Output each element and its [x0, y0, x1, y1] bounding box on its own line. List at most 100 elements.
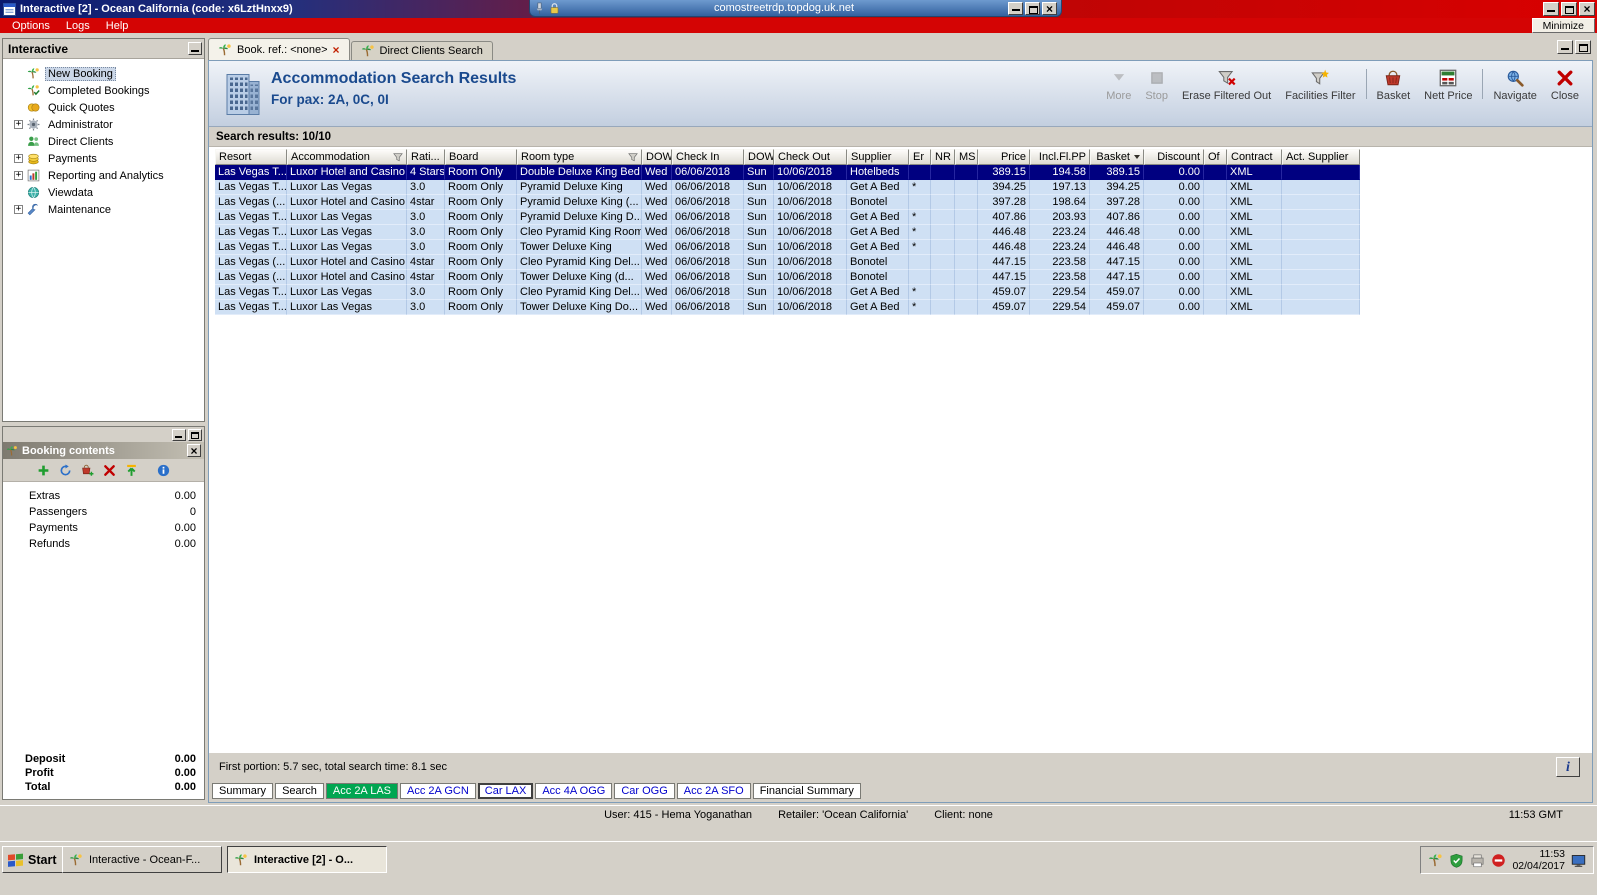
column-header-supplier[interactable]: Supplier — [847, 149, 909, 165]
booking-contents-item[interactable]: Refunds 0.00 — [3, 536, 204, 552]
bottom-tab-acc-2a-las[interactable]: Acc 2A LAS — [325, 783, 399, 799]
tab-book-ref-none[interactable]: Book. ref.: <none> — [208, 38, 350, 60]
column-header-dow[interactable]: DOW — [642, 149, 672, 165]
result-row[interactable]: Las Vegas T... Luxor Hotel and Casino 4 St… — [215, 165, 1360, 180]
booking-contents-item[interactable]: Extras 0.00 — [3, 488, 204, 504]
result-row[interactable]: Las Vegas T... Luxor Las Vegas 3.0 Room Onl… — [215, 285, 1360, 300]
info-button[interactable] — [1556, 757, 1580, 777]
result-row[interactable]: Las Vegas (... Luxor Hotel and Casino 4sta… — [215, 255, 1360, 270]
menu-help[interactable]: Help — [98, 20, 137, 32]
result-row[interactable]: Las Vegas T... Luxor Las Vegas 3.0 Room Onl… — [215, 240, 1360, 255]
result-row[interactable]: Las Vegas (... Luxor Hotel and Casino 4sta… — [215, 195, 1360, 210]
booking-contents-item[interactable]: Payments 0.00 — [3, 520, 204, 536]
sidebar-item-completed-bookings[interactable]: Completed Bookings — [5, 82, 202, 99]
pin-icon[interactable] — [534, 2, 545, 15]
info-button[interactable] — [156, 463, 171, 478]
taskbar-task-interactive-2-o[interactable]: Interactive [2] - O... — [227, 846, 387, 873]
column-header-ms[interactable]: MS — [955, 149, 978, 165]
bottom-tab-acc-4a-ogg[interactable]: Acc 4A OGG — [535, 783, 613, 799]
expand-icon[interactable] — [14, 205, 23, 214]
column-header-nr[interactable]: NR — [931, 149, 955, 165]
rdp-restore-button[interactable] — [1025, 1, 1040, 15]
tab-direct-clients-search[interactable]: Direct Clients Search — [350, 41, 493, 60]
column-header-act-supplier[interactable]: Act. Supplier — [1282, 149, 1360, 165]
navigate-button[interactable]: Navigate — [1486, 66, 1543, 102]
column-header-er[interactable]: Er — [909, 149, 931, 165]
column-header-of[interactable]: Of — [1204, 149, 1227, 165]
close-tab-icon[interactable] — [333, 43, 340, 57]
facilities-filter-button[interactable]: Facilities Filter — [1278, 66, 1362, 102]
add-button[interactable] — [36, 463, 51, 478]
column-header-check-in[interactable]: Check In — [672, 149, 744, 165]
column-header-rati[interactable]: Rati... — [407, 149, 445, 165]
tray-shield-icon[interactable] — [1449, 853, 1464, 868]
result-row[interactable]: Las Vegas T... Luxor Las Vegas 3.0 Room Onl… — [215, 210, 1360, 225]
window-close-button[interactable] — [1579, 2, 1595, 16]
rdp-minimize-button[interactable] — [1008, 1, 1023, 15]
bottom-tab-financial-summary[interactable]: Financial Summary — [752, 783, 861, 799]
sidebar-item-new-booking[interactable]: New Booking — [5, 65, 202, 82]
column-header-accommodation[interactable]: Accommodation — [287, 149, 407, 165]
start-button[interactable]: Start — [2, 846, 67, 873]
bottom-tab-search[interactable]: Search — [275, 783, 324, 799]
expand-icon[interactable] — [14, 171, 23, 180]
sidebar-item-administrator[interactable]: Administrator — [5, 116, 202, 133]
add-to-basket-button[interactable] — [80, 463, 95, 478]
column-header-room-type[interactable]: Room type — [517, 149, 642, 165]
rdp-close-button[interactable] — [1042, 1, 1057, 15]
cell-check-in: 06/06/2018 — [672, 165, 744, 180]
tray-palm-icon[interactable] — [1428, 853, 1443, 868]
sidebar-item-maintenance[interactable]: Maintenance — [5, 201, 202, 218]
column-header-contract[interactable]: Contract — [1227, 149, 1282, 165]
column-header-check-out[interactable]: Check Out — [774, 149, 847, 165]
tray-alert-icon[interactable] — [1491, 853, 1506, 868]
taskbar-clock[interactable]: 11:53 02/04/2017 — [1512, 848, 1565, 872]
window-minimize-button[interactable] — [1543, 2, 1559, 16]
mdi-restore-button[interactable] — [1575, 40, 1591, 54]
bottom-tab-summary[interactable]: Summary — [212, 783, 274, 799]
column-header-incl-fl-pp[interactable]: Incl.Fl.PP — [1030, 149, 1090, 165]
result-row[interactable]: Las Vegas T... Luxor Las Vegas 3.0 Room Onl… — [215, 180, 1360, 195]
display-icon[interactable] — [1571, 853, 1586, 868]
basket-button[interactable]: Basket — [1370, 66, 1418, 102]
mdi-minimize-button[interactable] — [1557, 40, 1573, 54]
expand-icon[interactable] — [14, 120, 23, 129]
menu-logs[interactable]: Logs — [58, 20, 98, 32]
bottom-tab-car-lax[interactable]: Car LAX — [477, 783, 534, 799]
column-header-dow[interactable]: DOW — [744, 149, 774, 165]
sidebar-item-direct-clients[interactable]: Direct Clients — [5, 133, 202, 150]
bottom-tab-acc-2a-sfo[interactable]: Acc 2A SFO — [676, 783, 751, 799]
booking-contents-close-button[interactable] — [187, 444, 201, 457]
booking-contents-restore-button[interactable] — [188, 428, 202, 441]
column-header-basket[interactable]: Basket — [1090, 149, 1144, 165]
sidebar-item-quick-quotes[interactable]: Quick Quotes — [5, 99, 202, 116]
erase-filtered-out-button[interactable]: Erase Filtered Out — [1175, 66, 1278, 102]
booking-contents-item[interactable]: Passengers 0 — [3, 504, 204, 520]
booking-contents-minimize-button[interactable] — [172, 428, 186, 441]
sidebar-item-reporting-and-analytics[interactable]: Reporting and Analytics — [5, 167, 202, 184]
column-header-resort[interactable]: Resort — [215, 149, 287, 165]
column-header-board[interactable]: Board — [445, 149, 517, 165]
close-button[interactable]: Close — [1544, 66, 1586, 102]
bottom-tab-acc-2a-gcn[interactable]: Acc 2A GCN — [400, 783, 476, 799]
column-header-discount[interactable]: Discount — [1144, 149, 1204, 165]
expand-icon[interactable] — [14, 154, 23, 163]
sidebar-item-payments[interactable]: Payments — [5, 150, 202, 167]
taskbar-task-interactive-ocean-f[interactable]: Interactive - Ocean-F... — [62, 846, 222, 873]
panel-collapse-button[interactable] — [188, 42, 202, 55]
sidebar-item-viewdata[interactable]: Viewdata — [5, 184, 202, 201]
window-restore-button[interactable] — [1561, 2, 1577, 16]
column-header-price[interactable]: Price — [978, 149, 1030, 165]
result-row[interactable]: Las Vegas T... Luxor Las Vegas 3.0 Room Onl… — [215, 300, 1360, 315]
menu-options[interactable]: Options — [4, 20, 58, 32]
delete-button[interactable] — [102, 463, 117, 478]
rdp-minimize-button[interactable]: Minimize — [1531, 18, 1595, 33]
tray-printer-icon[interactable] — [1470, 853, 1485, 868]
nett-price-button[interactable]: Nett Price — [1417, 66, 1479, 102]
bottom-tab-car-ogg[interactable]: Car OGG — [614, 783, 675, 799]
refresh-button[interactable] — [58, 463, 73, 478]
result-row[interactable]: Las Vegas T... Luxor Las Vegas 3.0 Room Onl… — [215, 225, 1360, 240]
rdp-connection-bar[interactable]: comostreetrdp.topdog.uk.net — [529, 0, 1062, 17]
transfer-button[interactable] — [124, 463, 139, 478]
result-row[interactable]: Las Vegas (... Luxor Hotel and Casino 4sta… — [215, 270, 1360, 285]
